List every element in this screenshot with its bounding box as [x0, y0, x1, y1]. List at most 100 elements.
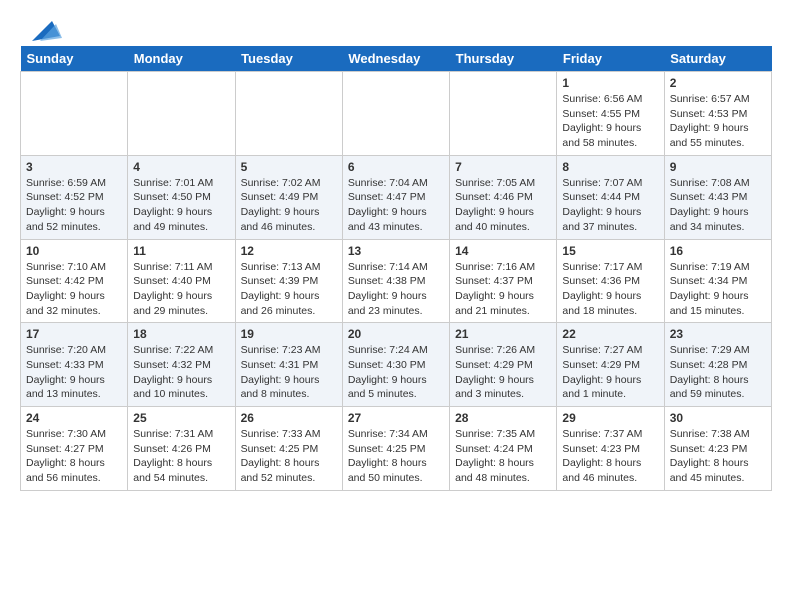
- day-number: 25: [133, 411, 229, 425]
- day-number: 7: [455, 160, 551, 174]
- day-number: 15: [562, 244, 658, 258]
- day-cell: [450, 72, 557, 156]
- day-number: 2: [670, 76, 766, 90]
- day-cell: 11Sunrise: 7:11 AM Sunset: 4:40 PM Dayli…: [128, 239, 235, 323]
- day-number: 3: [26, 160, 122, 174]
- day-info: Sunrise: 7:22 AM Sunset: 4:32 PM Dayligh…: [133, 344, 213, 400]
- day-cell: 20 Sunrise: 7:24 AM Sunset: 4:30 PM Dayli…: [342, 323, 449, 407]
- day-info: Sunrise: 7:07 AM Sunset: 4:44 PM Dayligh…: [562, 177, 642, 233]
- day-number: 5: [241, 160, 337, 174]
- day-info: Sunrise: 7:33 AM Sunset: 4:25 PM Dayligh…: [241, 428, 321, 484]
- day-cell: 1 Sunrise: 6:56 AM Sunset: 4:55 PM Daylig…: [557, 72, 664, 156]
- day-info: Sunrise: 7:24 AM Sunset: 4:30 PM Dayligh…: [348, 344, 428, 400]
- day-cell: 29 Sunrise: 7:37 AM Sunset: 4:23 PM Dayli…: [557, 407, 664, 491]
- day-number: 26: [241, 411, 337, 425]
- day-number: 27: [348, 411, 444, 425]
- day-number: 14: [455, 244, 551, 258]
- day-number: 8: [562, 160, 658, 174]
- day-cell: [235, 72, 342, 156]
- header-cell-wednesday: Wednesday: [342, 46, 449, 72]
- day-cell: 15 Sunrise: 7:17 AM Sunset: 4:36 PM Dayli…: [557, 239, 664, 323]
- day-number: 19: [241, 327, 337, 341]
- header-cell-monday: Monday: [128, 46, 235, 72]
- day-info: Sunrise: 7:19 AM Sunset: 4:34 PM Dayligh…: [670, 261, 750, 317]
- header-cell-friday: Friday: [557, 46, 664, 72]
- day-number: 16: [670, 244, 766, 258]
- page-header: [20, 16, 772, 38]
- day-number: 18: [133, 327, 229, 341]
- day-cell: 24 Sunrise: 7:30 AM Sunset: 4:27 PM Dayli…: [21, 407, 128, 491]
- day-info: Sunrise: 7:38 AM Sunset: 4:23 PM Dayligh…: [670, 428, 750, 484]
- header-cell-thursday: Thursday: [450, 46, 557, 72]
- day-number: 13: [348, 244, 444, 258]
- day-cell: [342, 72, 449, 156]
- day-info: Sunrise: 7:01 AM Sunset: 4:50 PM Dayligh…: [133, 177, 213, 233]
- day-info: Sunrise: 7:08 AM Sunset: 4:43 PM Dayligh…: [670, 177, 750, 233]
- day-cell: 16 Sunrise: 7:19 AM Sunset: 4:34 PM Dayli…: [664, 239, 771, 323]
- day-info: Sunrise: 7:13 AM Sunset: 4:39 PM Dayligh…: [241, 261, 321, 317]
- day-cell: 22Sunrise: 7:27 AM Sunset: 4:29 PM Dayli…: [557, 323, 664, 407]
- day-cell: [21, 72, 128, 156]
- day-cell: 19 Sunrise: 7:23 AM Sunset: 4:31 PM Dayli…: [235, 323, 342, 407]
- day-cell: 25 Sunrise: 7:31 AM Sunset: 4:26 PM Dayli…: [128, 407, 235, 491]
- day-number: 17: [26, 327, 122, 341]
- day-info: Sunrise: 7:23 AM Sunset: 4:31 PM Dayligh…: [241, 344, 321, 400]
- day-info: Sunrise: 6:56 AM Sunset: 4:55 PM Dayligh…: [562, 93, 642, 149]
- header-row: SundayMondayTuesdayWednesdayThursdayFrid…: [21, 46, 772, 72]
- day-info: Sunrise: 7:35 AM Sunset: 4:24 PM Dayligh…: [455, 428, 535, 484]
- day-number: 10: [26, 244, 122, 258]
- logo: [20, 16, 62, 38]
- day-cell: 30 Sunrise: 7:38 AM Sunset: 4:23 PM Dayli…: [664, 407, 771, 491]
- day-number: 20: [348, 327, 444, 341]
- day-cell: 21 Sunrise: 7:26 AM Sunset: 4:29 PM Dayli…: [450, 323, 557, 407]
- day-info: Sunrise: 7:34 AM Sunset: 4:25 PM Dayligh…: [348, 428, 428, 484]
- day-info: Sunrise: 7:29 AM Sunset: 4:28 PM Dayligh…: [670, 344, 750, 400]
- day-cell: 12 Sunrise: 7:13 AM Sunset: 4:39 PM Dayli…: [235, 239, 342, 323]
- day-cell: 2 Sunrise: 6:57 AM Sunset: 4:53 PM Daylig…: [664, 72, 771, 156]
- day-info: Sunrise: 6:59 AM Sunset: 4:52 PM Dayligh…: [26, 177, 106, 233]
- week-row-3: 17Sunrise: 7:20 AM Sunset: 4:33 PM Dayli…: [21, 323, 772, 407]
- day-number: 1: [562, 76, 658, 90]
- day-info: Sunrise: 7:16 AM Sunset: 4:37 PM Dayligh…: [455, 261, 535, 317]
- day-cell: 5 Sunrise: 7:02 AM Sunset: 4:49 PM Daylig…: [235, 155, 342, 239]
- day-cell: 7Sunrise: 7:05 AM Sunset: 4:46 PM Daylig…: [450, 155, 557, 239]
- day-info: Sunrise: 7:26 AM Sunset: 4:29 PM Dayligh…: [455, 344, 535, 400]
- day-cell: [128, 72, 235, 156]
- week-row-2: 10 Sunrise: 7:10 AM Sunset: 4:42 PM Dayli…: [21, 239, 772, 323]
- day-info: Sunrise: 7:10 AM Sunset: 4:42 PM Dayligh…: [26, 261, 106, 317]
- day-number: 6: [348, 160, 444, 174]
- day-info: Sunrise: 7:31 AM Sunset: 4:26 PM Dayligh…: [133, 428, 213, 484]
- day-info: Sunrise: 7:37 AM Sunset: 4:23 PM Dayligh…: [562, 428, 642, 484]
- day-info: Sunrise: 7:17 AM Sunset: 4:36 PM Dayligh…: [562, 261, 642, 317]
- week-row-4: 24 Sunrise: 7:30 AM Sunset: 4:27 PM Dayli…: [21, 407, 772, 491]
- day-number: 28: [455, 411, 551, 425]
- day-number: 21: [455, 327, 551, 341]
- day-number: 30: [670, 411, 766, 425]
- day-cell: 17Sunrise: 7:20 AM Sunset: 4:33 PM Dayli…: [21, 323, 128, 407]
- day-info: Sunrise: 7:14 AM Sunset: 4:38 PM Dayligh…: [348, 261, 428, 317]
- day-info: Sunrise: 7:27 AM Sunset: 4:29 PM Dayligh…: [562, 344, 642, 400]
- day-cell: 26 Sunrise: 7:33 AM Sunset: 4:25 PM Dayli…: [235, 407, 342, 491]
- day-cell: 9 Sunrise: 7:08 AM Sunset: 4:43 PM Daylig…: [664, 155, 771, 239]
- day-info: Sunrise: 7:30 AM Sunset: 4:27 PM Dayligh…: [26, 428, 106, 484]
- header-cell-saturday: Saturday: [664, 46, 771, 72]
- week-row-1: 3 Sunrise: 6:59 AM Sunset: 4:52 PM Daylig…: [21, 155, 772, 239]
- calendar-body: 1 Sunrise: 6:56 AM Sunset: 4:55 PM Daylig…: [21, 72, 772, 491]
- day-info: Sunrise: 6:57 AM Sunset: 4:53 PM Dayligh…: [670, 93, 750, 149]
- day-info: Sunrise: 7:02 AM Sunset: 4:49 PM Dayligh…: [241, 177, 321, 233]
- day-number: 12: [241, 244, 337, 258]
- day-number: 9: [670, 160, 766, 174]
- day-number: 29: [562, 411, 658, 425]
- day-number: 24: [26, 411, 122, 425]
- calendar-table: SundayMondayTuesdayWednesdayThursdayFrid…: [20, 46, 772, 491]
- header-cell-tuesday: Tuesday: [235, 46, 342, 72]
- calendar-header: SundayMondayTuesdayWednesdayThursdayFrid…: [21, 46, 772, 72]
- day-cell: 13 Sunrise: 7:14 AM Sunset: 4:38 PM Dayli…: [342, 239, 449, 323]
- day-cell: 6Sunrise: 7:04 AM Sunset: 4:47 PM Daylig…: [342, 155, 449, 239]
- day-cell: 14 Sunrise: 7:16 AM Sunset: 4:37 PM Dayli…: [450, 239, 557, 323]
- day-cell: 28 Sunrise: 7:35 AM Sunset: 4:24 PM Dayli…: [450, 407, 557, 491]
- logo-icon: [22, 16, 62, 46]
- day-cell: 8 Sunrise: 7:07 AM Sunset: 4:44 PM Daylig…: [557, 155, 664, 239]
- day-cell: 23Sunrise: 7:29 AM Sunset: 4:28 PM Dayli…: [664, 323, 771, 407]
- day-info: Sunrise: 7:11 AM Sunset: 4:40 PM Dayligh…: [133, 261, 212, 317]
